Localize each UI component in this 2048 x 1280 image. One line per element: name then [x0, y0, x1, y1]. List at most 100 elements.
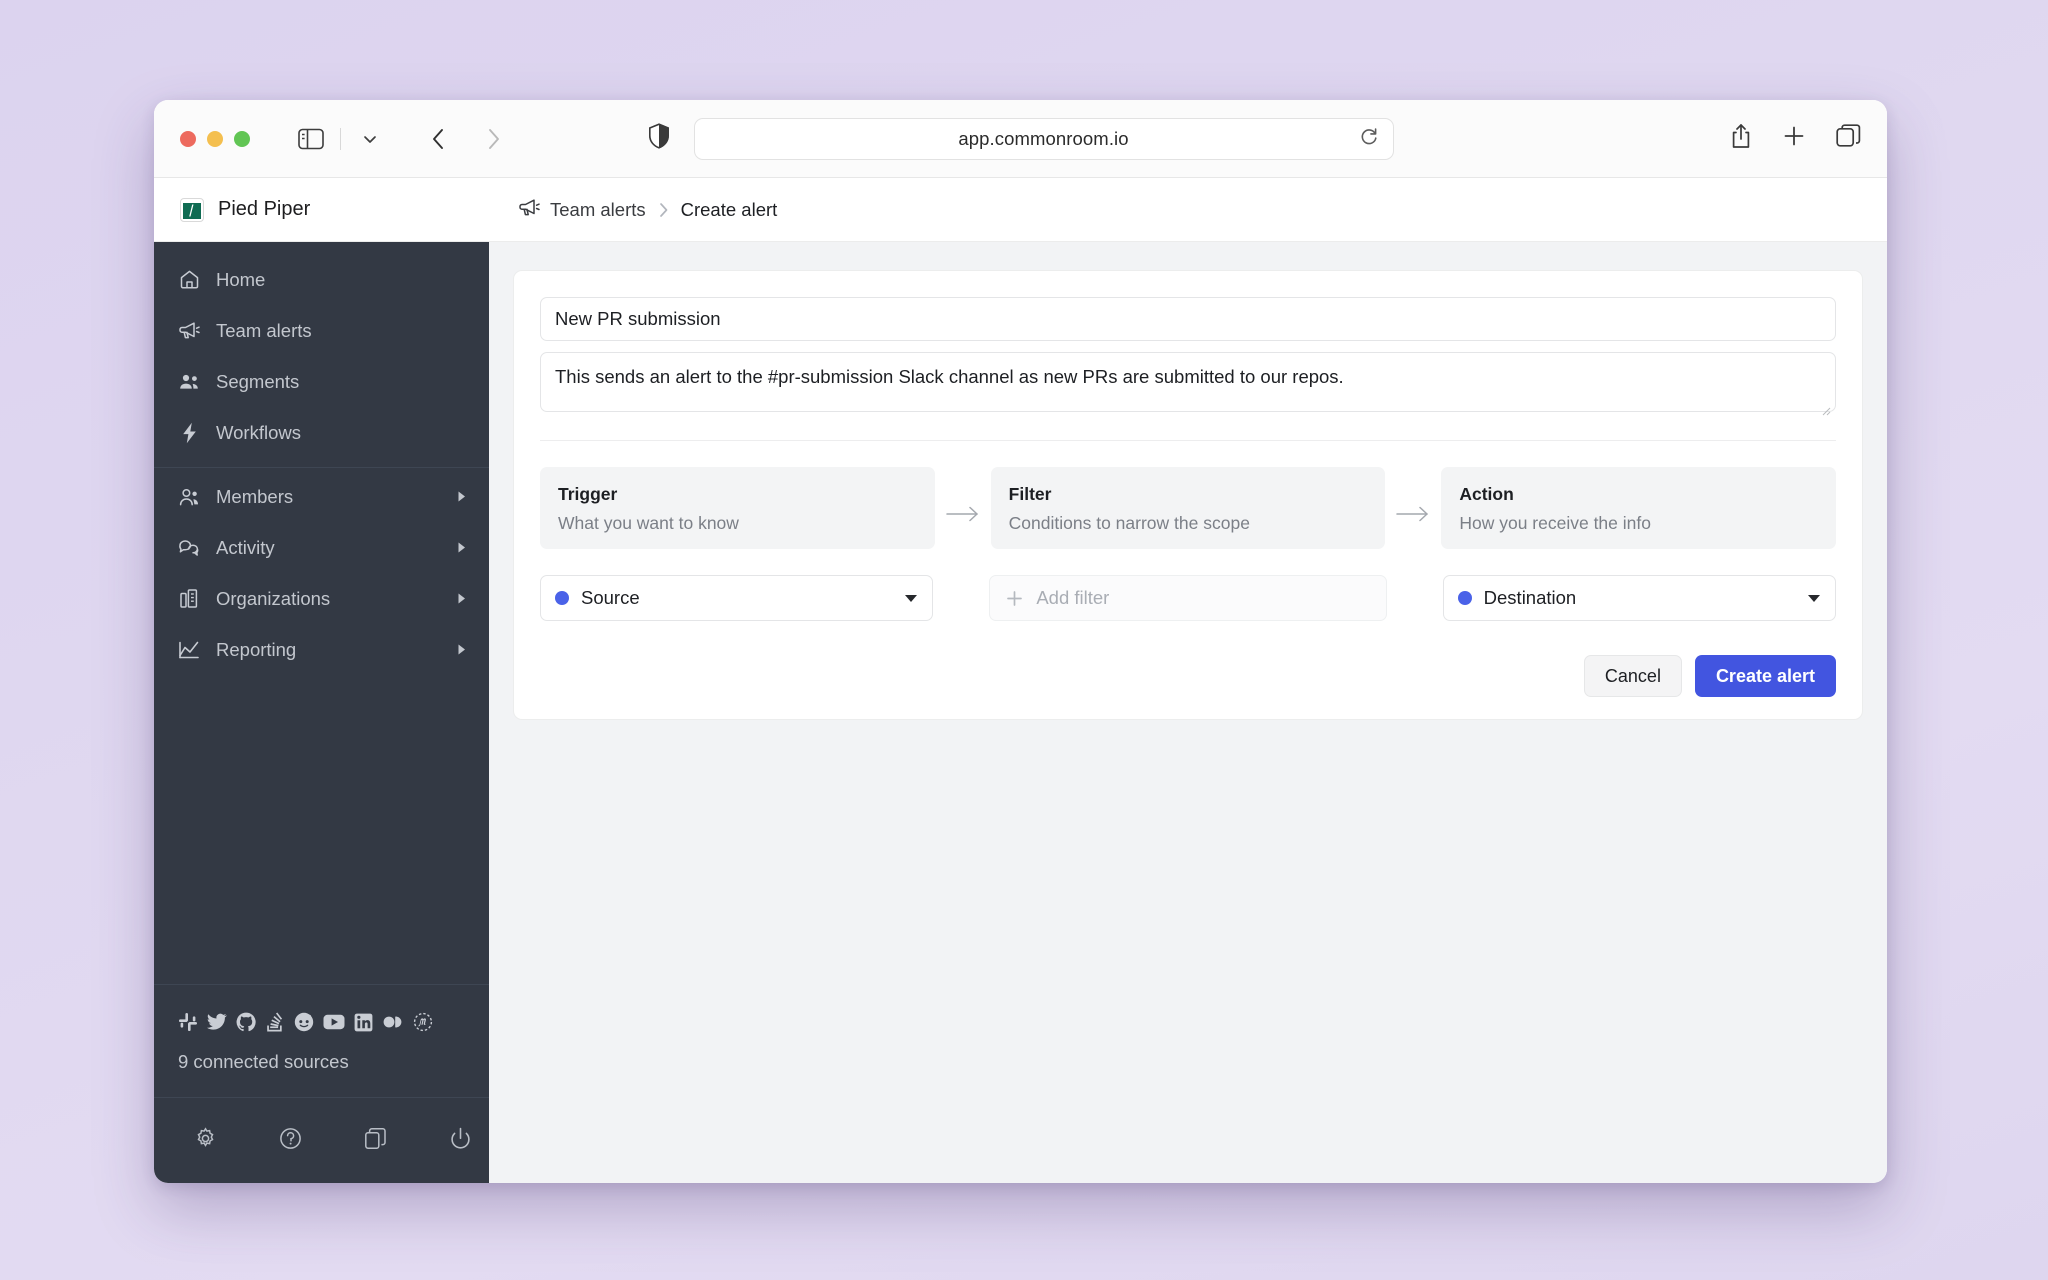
connected-sources-label: 9 connected sources: [178, 1051, 349, 1072]
back-arrow-icon[interactable]: [419, 122, 457, 156]
sidebar-item-label: Workflows: [216, 421, 301, 443]
trigger-step-title: Trigger: [558, 484, 618, 504]
textarea-resize-handle[interactable]: [1821, 398, 1831, 416]
settings-gear-icon[interactable]: [194, 1126, 217, 1155]
sidebar-item-activity[interactable]: Activity: [154, 522, 489, 573]
form-actions: Cancel Create alert: [540, 655, 1836, 697]
help-circle-icon[interactable]: [279, 1127, 302, 1155]
create-alert-card: New PR submission This sends an alert to…: [513, 270, 1863, 720]
arrow-trigger-to-filter: [935, 467, 991, 549]
app-header: Pied Piper Team alerts Create alert: [154, 178, 1887, 242]
breadcrumb-parent-label: Team alerts: [550, 198, 646, 220]
reddit-icon: [294, 1011, 314, 1033]
maximize-window-button[interactable]: [234, 130, 250, 147]
meetup-icon: [413, 1011, 433, 1033]
sidebar-item-label: Activity: [216, 536, 275, 558]
sidebar-toggle-icon[interactable]: [292, 122, 330, 156]
plus-icon[interactable]: [1782, 124, 1806, 153]
sidebar: Home Team alerts Segments Workflows Memb…: [154, 242, 489, 1183]
action-step-title: Action: [1459, 484, 1514, 504]
browser-window: app.commonroom.io Pied Piper Team alerts…: [154, 100, 1887, 1183]
alert-name-input[interactable]: New PR submission: [540, 297, 1836, 341]
cancel-button[interactable]: Cancel: [1583, 655, 1682, 697]
controls-gap-2: [1387, 575, 1443, 621]
sidebar-item-label: Members: [216, 485, 294, 507]
toolbar-divider: [340, 127, 341, 150]
add-filter-button[interactable]: Add filter: [989, 575, 1387, 621]
action-destination-select[interactable]: Destination: [1442, 575, 1836, 621]
action-column: Action How you receive the info: [1441, 467, 1837, 549]
github-icon: [236, 1011, 256, 1033]
chevron-down-icon[interactable]: [904, 591, 918, 606]
trigger-source-select[interactable]: Source: [540, 575, 934, 621]
filter-step-title: Filter: [1008, 484, 1052, 504]
breadcrumb-current-label: Create alert: [680, 198, 778, 220]
action-step-card[interactable]: Action How you receive the info: [1441, 467, 1837, 549]
youtube-icon: [323, 1011, 345, 1033]
sidebar-item-label: Home: [216, 268, 266, 290]
chat-bubbles-icon: [178, 538, 200, 558]
connected-sources-icons: [178, 1011, 465, 1033]
sidebar-item-label: Reporting: [216, 638, 297, 660]
copy-icon[interactable]: [364, 1127, 387, 1155]
reload-icon[interactable]: [1359, 126, 1379, 151]
filter-step-subtitle: Conditions to narrow the scope: [1008, 513, 1250, 533]
sidebar-item-organizations[interactable]: Organizations: [154, 573, 489, 624]
members-icon: [178, 487, 200, 507]
alert-description-input[interactable]: This sends an alert to the #pr-submissio…: [540, 352, 1836, 416]
window-traffic-lights: [180, 130, 250, 147]
action-step-subtitle: How you receive the info: [1459, 513, 1651, 533]
add-filter-label: Add filter: [1036, 587, 1110, 608]
sidebar-nav: Home Team alerts Segments Workflows Memb…: [154, 242, 489, 675]
trigger-step-subtitle: What you want to know: [558, 513, 739, 533]
close-window-button[interactable]: [180, 130, 196, 147]
sidebar-item-home[interactable]: Home: [154, 254, 489, 305]
chart-line-icon: [178, 640, 200, 660]
breadcrumb-separator: [657, 201, 670, 219]
browser-toolbar-left: [292, 122, 513, 156]
trigger-step-card[interactable]: Trigger What you want to know: [540, 467, 935, 549]
browser-toolbar-right: [1730, 123, 1861, 154]
chevron-right-icon[interactable]: [456, 643, 467, 656]
minimize-window-button[interactable]: [207, 130, 223, 147]
home-icon: [178, 269, 200, 290]
chevron-right-icon[interactable]: [456, 541, 467, 554]
controls-gap-1: [933, 575, 989, 621]
filter-column: Filter Conditions to narrow the scope: [990, 467, 1386, 549]
address-bar-area: app.commonroom.io: [648, 117, 1394, 160]
browser-titlebar: app.commonroom.io: [154, 100, 1887, 178]
chevron-down-icon[interactable]: [1807, 591, 1821, 606]
forward-arrow-icon[interactable]: [475, 122, 513, 156]
pied-piper-logo-icon: [180, 197, 204, 222]
app-body: Home Team alerts Segments Workflows Memb…: [154, 242, 1887, 1183]
filter-step-card[interactable]: Filter Conditions to narrow the scope: [990, 467, 1386, 549]
sidebar-item-members[interactable]: Members: [154, 471, 489, 522]
share-icon[interactable]: [1730, 123, 1752, 154]
privacy-shield-icon[interactable]: [648, 123, 670, 154]
linkedin-icon: [354, 1011, 373, 1033]
breadcrumb-team-alerts[interactable]: Team alerts: [519, 198, 646, 222]
lightning-icon: [178, 422, 200, 444]
sidebar-item-team-alerts[interactable]: Team alerts: [154, 305, 489, 356]
action-destination-label: Destination: [1483, 587, 1577, 608]
workspace-brand[interactable]: Pied Piper: [154, 178, 489, 241]
chevron-down-icon[interactable]: [351, 122, 389, 156]
tab-overview-icon[interactable]: [1836, 124, 1861, 153]
building-icon: [178, 588, 200, 609]
sidebar-item-segments[interactable]: Segments: [154, 356, 489, 407]
chevron-right-icon[interactable]: [456, 592, 467, 605]
chevron-right-icon[interactable]: [456, 490, 467, 503]
sidebar-item-workflows[interactable]: Workflows: [154, 407, 489, 458]
sidebar-divider: [154, 467, 489, 468]
segments-icon: [178, 372, 200, 392]
slack-icon: [178, 1011, 198, 1033]
pipeline-controls: Source Add filter Destination: [540, 575, 1836, 621]
discourse-icon: [382, 1011, 404, 1033]
trigger-source-label: Source: [581, 587, 640, 608]
power-icon[interactable]: [449, 1127, 472, 1155]
connected-sources-block[interactable]: 9 connected sources: [154, 984, 489, 1097]
url-input[interactable]: app.commonroom.io: [693, 117, 1394, 160]
sidebar-item-reporting[interactable]: Reporting: [154, 624, 489, 675]
create-alert-button[interactable]: Create alert: [1694, 655, 1836, 697]
stackoverflow-icon: [265, 1011, 285, 1033]
